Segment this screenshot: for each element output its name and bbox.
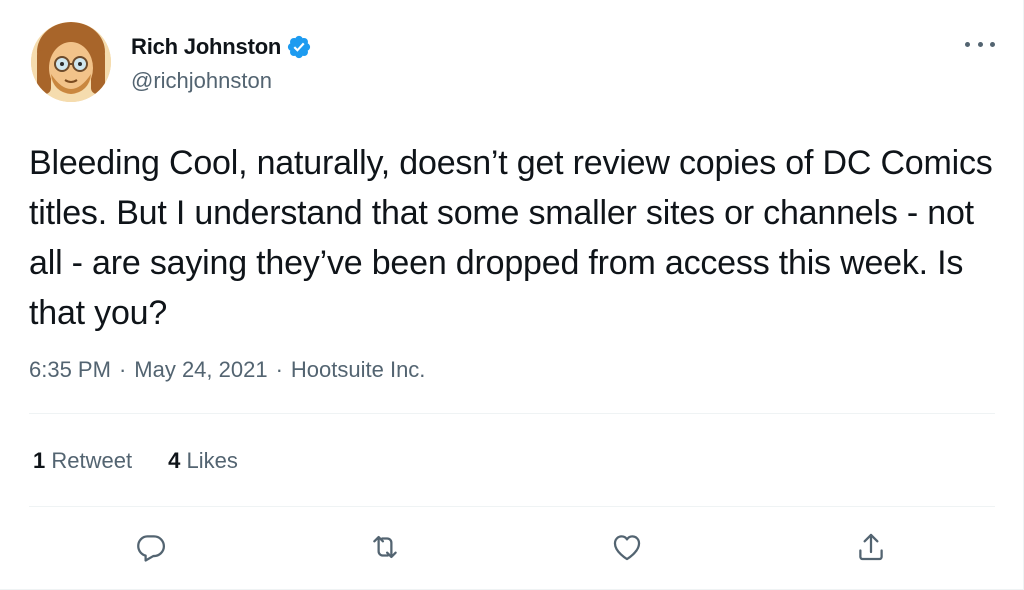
retweet-icon — [373, 535, 397, 559]
heart-icon — [613, 535, 641, 561]
meta-separator: · — [118, 357, 127, 382]
retweets-label: Retweet — [51, 448, 133, 473]
more-horizontal-icon[interactable] — [965, 34, 995, 54]
author-handle[interactable]: @richjohnston — [131, 68, 272, 94]
likes-count: 4 — [168, 448, 181, 473]
like-button[interactable] — [602, 522, 652, 572]
divider — [29, 413, 995, 414]
share-button[interactable] — [846, 522, 896, 572]
author-display-name[interactable]: Rich Johnston — [131, 34, 281, 60]
reply-button[interactable] — [126, 522, 176, 572]
likes-stat[interactable]: 4 Likes — [168, 448, 238, 474]
divider — [29, 506, 995, 507]
tweet-time[interactable]: 6:35 PM — [29, 357, 111, 383]
meta-separator: · — [275, 357, 283, 382]
retweets-stat[interactable]: 1 Retweet — [33, 448, 132, 474]
likes-label: Likes — [186, 448, 238, 473]
tweet-metadata: 6:35 PM · May 24, 2021 · Hootsuite Inc. — [29, 357, 425, 383]
tweet-stats: 1 Retweet 4 Likes — [33, 448, 238, 474]
reply-icon — [137, 535, 166, 562]
verified-badge-icon — [286, 34, 312, 60]
tweet-source: Hootsuite Inc. — [290, 357, 426, 382]
tweet-date[interactable]: May 24, 2021 — [134, 357, 267, 383]
share-icon — [859, 533, 883, 561]
tweet-text: Bleeding Cool, naturally, doesn’t get re… — [29, 144, 993, 332]
avatar[interactable] — [31, 22, 111, 102]
tweet-card: Rich Johnston @richjohnston Bleeding Coo… — [0, 0, 1024, 590]
retweet-button[interactable] — [360, 522, 410, 572]
action-bar — [0, 522, 1024, 572]
retweets-count: 1 — [33, 448, 46, 473]
author-name-row[interactable]: Rich Johnston — [131, 32, 312, 62]
